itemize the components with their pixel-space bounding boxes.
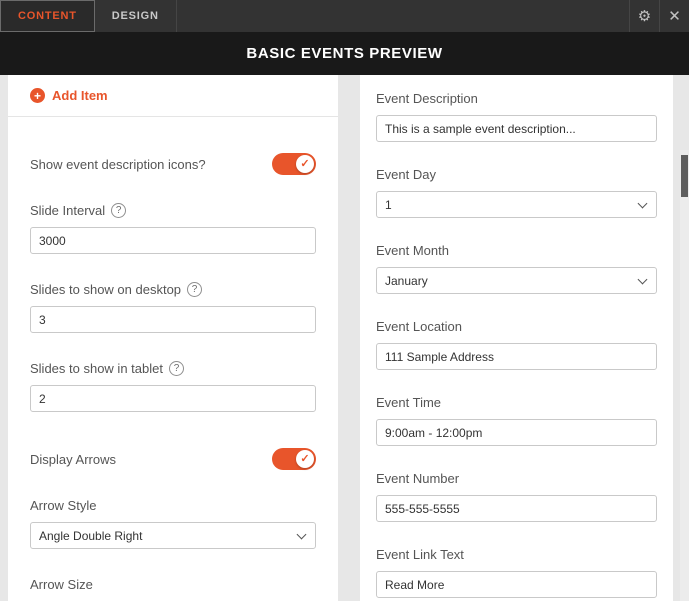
slides-desktop-field: Slides to show on desktop ? — [30, 282, 316, 333]
event-day-select[interactable]: 1 — [376, 191, 657, 218]
event-month-select[interactable]: January — [376, 267, 657, 294]
event-description-label: Event Description — [376, 91, 657, 106]
chevron-down-icon — [638, 274, 648, 284]
slide-interval-field: Slide Interval ? — [30, 203, 316, 254]
display-arrows-label: Display Arrows — [30, 452, 116, 467]
display-arrows-row: Display Arrows ✓ — [30, 448, 316, 470]
help-icon[interactable]: ? — [187, 282, 202, 297]
event-time-field: Event Time — [376, 395, 657, 446]
event-time-input[interactable] — [376, 419, 657, 446]
arrow-style-field: Arrow Style Angle Double Right — [30, 498, 316, 549]
slides-desktop-input[interactable] — [30, 306, 316, 333]
gear-icon: ⚙ — [638, 7, 651, 25]
slides-desktop-label: Slides to show on desktop ? — [30, 282, 316, 297]
topbar: CONTENT DESIGN ⚙ ✕ — [0, 0, 689, 32]
check-icon: ✓ — [300, 454, 309, 465]
event-time-label: Event Time — [376, 395, 657, 410]
event-description-input[interactable] — [376, 115, 657, 142]
add-item-label: Add Item — [52, 88, 108, 103]
event-number-field: Event Number — [376, 471, 657, 522]
event-number-input[interactable] — [376, 495, 657, 522]
toggle-knob: ✓ — [296, 450, 314, 468]
display-arrows-toggle[interactable]: ✓ — [272, 448, 316, 470]
add-item-button[interactable]: + Add Item — [30, 88, 316, 103]
event-number-label: Event Number — [376, 471, 657, 486]
event-location-label: Event Location — [376, 319, 657, 334]
close-button[interactable]: ✕ — [659, 0, 689, 32]
event-description-field: Event Description — [376, 91, 657, 142]
tab-design[interactable]: DESIGN — [95, 0, 177, 32]
event-day-value: 1 — [385, 198, 392, 212]
event-link-text-field: Event Link Text — [376, 547, 657, 598]
settings-button[interactable]: ⚙ — [629, 0, 659, 32]
event-location-input[interactable] — [376, 343, 657, 370]
scrollbar-thumb[interactable] — [681, 155, 688, 197]
slides-tablet-label: Slides to show in tablet ? — [30, 361, 316, 376]
show-icons-row: Show event description icons? ✓ — [30, 153, 316, 175]
slide-interval-label: Slide Interval ? — [30, 203, 316, 218]
check-icon: ✓ — [300, 159, 309, 170]
toggle-knob: ✓ — [296, 155, 314, 173]
event-month-label: Event Month — [376, 243, 657, 258]
arrow-style-value: Angle Double Right — [39, 529, 142, 543]
slide-interval-label-text: Slide Interval — [30, 203, 105, 218]
chevron-down-icon — [297, 529, 307, 539]
arrow-style-label: Arrow Style — [30, 498, 316, 513]
event-month-value: January — [385, 274, 428, 288]
event-form-panel: Event Description Event Day 1 Event Mont… — [360, 75, 673, 601]
arrow-style-select[interactable]: Angle Double Right — [30, 522, 316, 549]
arrow-size-label: Arrow Size — [30, 577, 316, 592]
vertical-scrollbar — [680, 150, 689, 601]
slides-desktop-label-text: Slides to show on desktop — [30, 282, 181, 297]
help-icon[interactable]: ? — [169, 361, 184, 376]
slides-tablet-field: Slides to show in tablet ? — [30, 361, 316, 412]
show-icons-label: Show event description icons? — [30, 157, 206, 172]
event-day-label: Event Day — [376, 167, 657, 182]
preview-header: BASIC EVENTS PREVIEW — [0, 32, 689, 75]
close-icon: ✕ — [668, 7, 681, 25]
event-month-field: Event Month January — [376, 243, 657, 294]
topbar-spacer — [177, 0, 629, 32]
slides-tablet-label-text: Slides to show in tablet — [30, 361, 163, 376]
slides-tablet-input[interactable] — [30, 385, 316, 412]
settings-panel: + Add Item Show event description icons?… — [8, 75, 338, 601]
content-area: + Add Item Show event description icons?… — [0, 75, 689, 601]
divider — [8, 116, 338, 117]
arrow-size-field: Arrow Size — [30, 577, 316, 592]
help-icon[interactable]: ? — [111, 203, 126, 218]
chevron-down-icon — [638, 198, 648, 208]
event-day-field: Event Day 1 — [376, 167, 657, 218]
show-icons-toggle[interactable]: ✓ — [272, 153, 316, 175]
slide-interval-input[interactable] — [30, 227, 316, 254]
event-location-field: Event Location — [376, 319, 657, 370]
tab-content[interactable]: CONTENT — [0, 0, 95, 32]
event-link-text-label: Event Link Text — [376, 547, 657, 562]
event-link-text-input[interactable] — [376, 571, 657, 598]
plus-circle-icon: + — [30, 88, 45, 103]
preview-title: BASIC EVENTS PREVIEW — [246, 45, 442, 62]
